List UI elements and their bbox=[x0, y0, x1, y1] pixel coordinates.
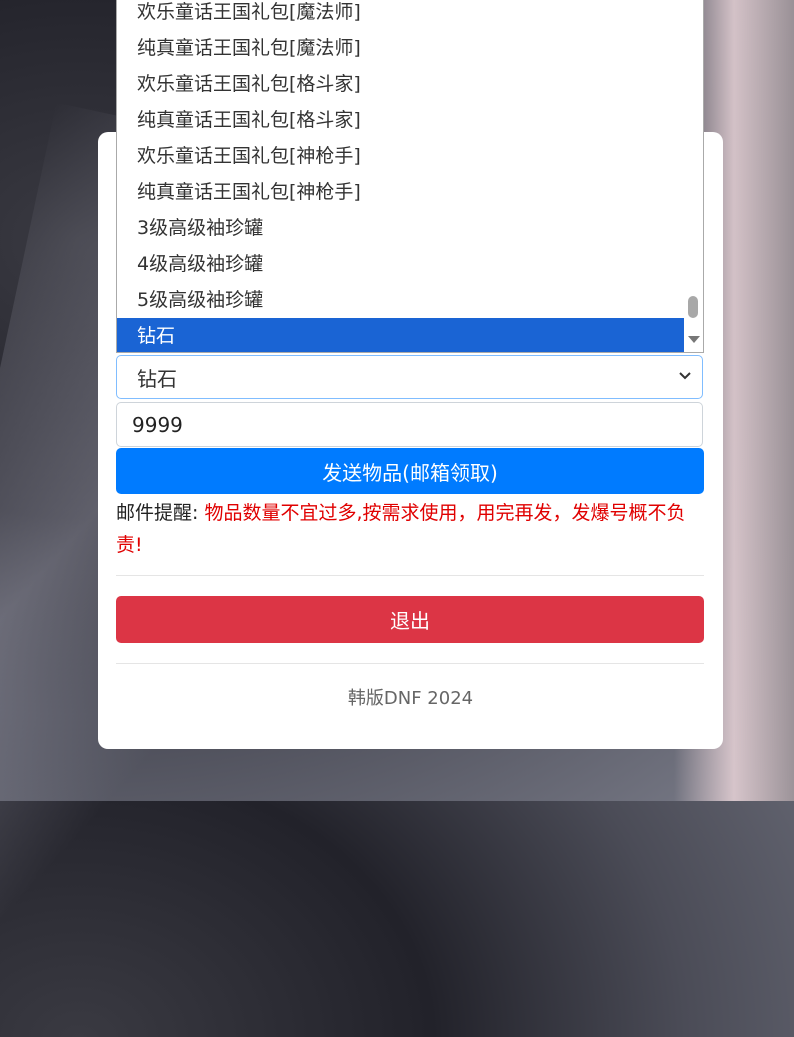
item-select[interactable]: 钻石 bbox=[116, 355, 703, 399]
dropdown-scrollbar[interactable] bbox=[684, 0, 703, 352]
dropdown-option[interactable]: 5级高级袖珍罐 bbox=[117, 282, 685, 318]
dropdown-option[interactable]: 纯真童话王国礼包[神枪手] bbox=[117, 174, 685, 210]
option-list: 欢乐童话王国礼包[魔法师] 纯真童话王国礼包[魔法师] 欢乐童话王国礼包[格斗家] 纯… bbox=[117, 0, 685, 352]
dropdown-option[interactable]: 纯真童话王国礼包[格斗家] bbox=[117, 102, 685, 138]
dropdown-option[interactable]: 欢乐童话王国礼包[魔法师] bbox=[117, 0, 685, 30]
dropdown-option[interactable]: 欢乐童话王国礼包[神枪手] bbox=[117, 138, 685, 174]
item-select-value: 钻石 bbox=[137, 366, 177, 391]
notice-warning: 物品数量不宜过多,按需求使用，用完再发，发爆号概不负责! bbox=[116, 502, 686, 556]
scrollbar-thumb[interactable] bbox=[688, 296, 698, 318]
footer-text: 韩版DNF 2024 bbox=[347, 688, 474, 709]
dropdown-option[interactable]: 3级高级袖珍罐 bbox=[117, 210, 685, 246]
dropdown-option[interactable]: 纯真童话王国礼包[魔法师] bbox=[117, 30, 685, 66]
divider bbox=[116, 575, 704, 576]
notice-label: 邮件提醒: bbox=[116, 502, 199, 524]
dropdown-option[interactable]: 4级高级袖珍罐 bbox=[117, 246, 685, 282]
dropdown-option[interactable]: 钻石 bbox=[117, 318, 685, 352]
logout-button[interactable]: 退出 bbox=[116, 596, 704, 643]
mail-notice: 邮件提醒: 物品数量不宜过多,按需求使用，用完再发，发爆号概不负责! bbox=[116, 497, 706, 561]
dropdown-option[interactable]: 欢乐童话王国礼包[格斗家] bbox=[117, 66, 685, 102]
scroll-down-arrow-icon[interactable] bbox=[688, 336, 700, 343]
quantity-value: 9999 bbox=[132, 412, 183, 437]
item-dropdown-list[interactable]: 欢乐童话王国礼包[魔法师] 纯真童话王国礼包[魔法师] 欢乐童话王国礼包[格斗家] 纯… bbox=[116, 0, 704, 353]
divider bbox=[116, 663, 704, 664]
send-item-button[interactable]: 发送物品(邮箱领取) bbox=[116, 448, 704, 494]
quantity-input[interactable]: 9999 bbox=[116, 402, 703, 447]
chevron-down-icon bbox=[679, 372, 691, 380]
